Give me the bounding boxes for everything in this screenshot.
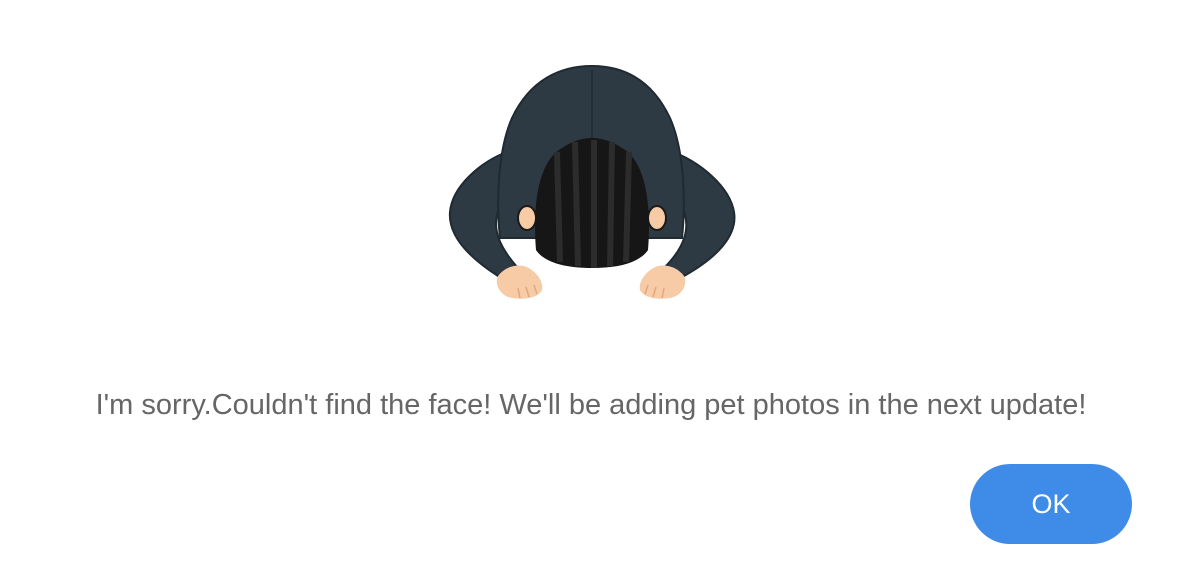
- left-ear: [517, 205, 537, 231]
- bowing-person-icon: [448, 64, 736, 299]
- right-ear: [647, 205, 667, 231]
- ok-button[interactable]: OK: [970, 464, 1132, 544]
- face-not-found-dialog: I'm sorry.Couldn't find the face! We'll …: [0, 0, 1182, 582]
- error-message: I'm sorry.Couldn't find the face! We'll …: [95, 389, 1087, 421]
